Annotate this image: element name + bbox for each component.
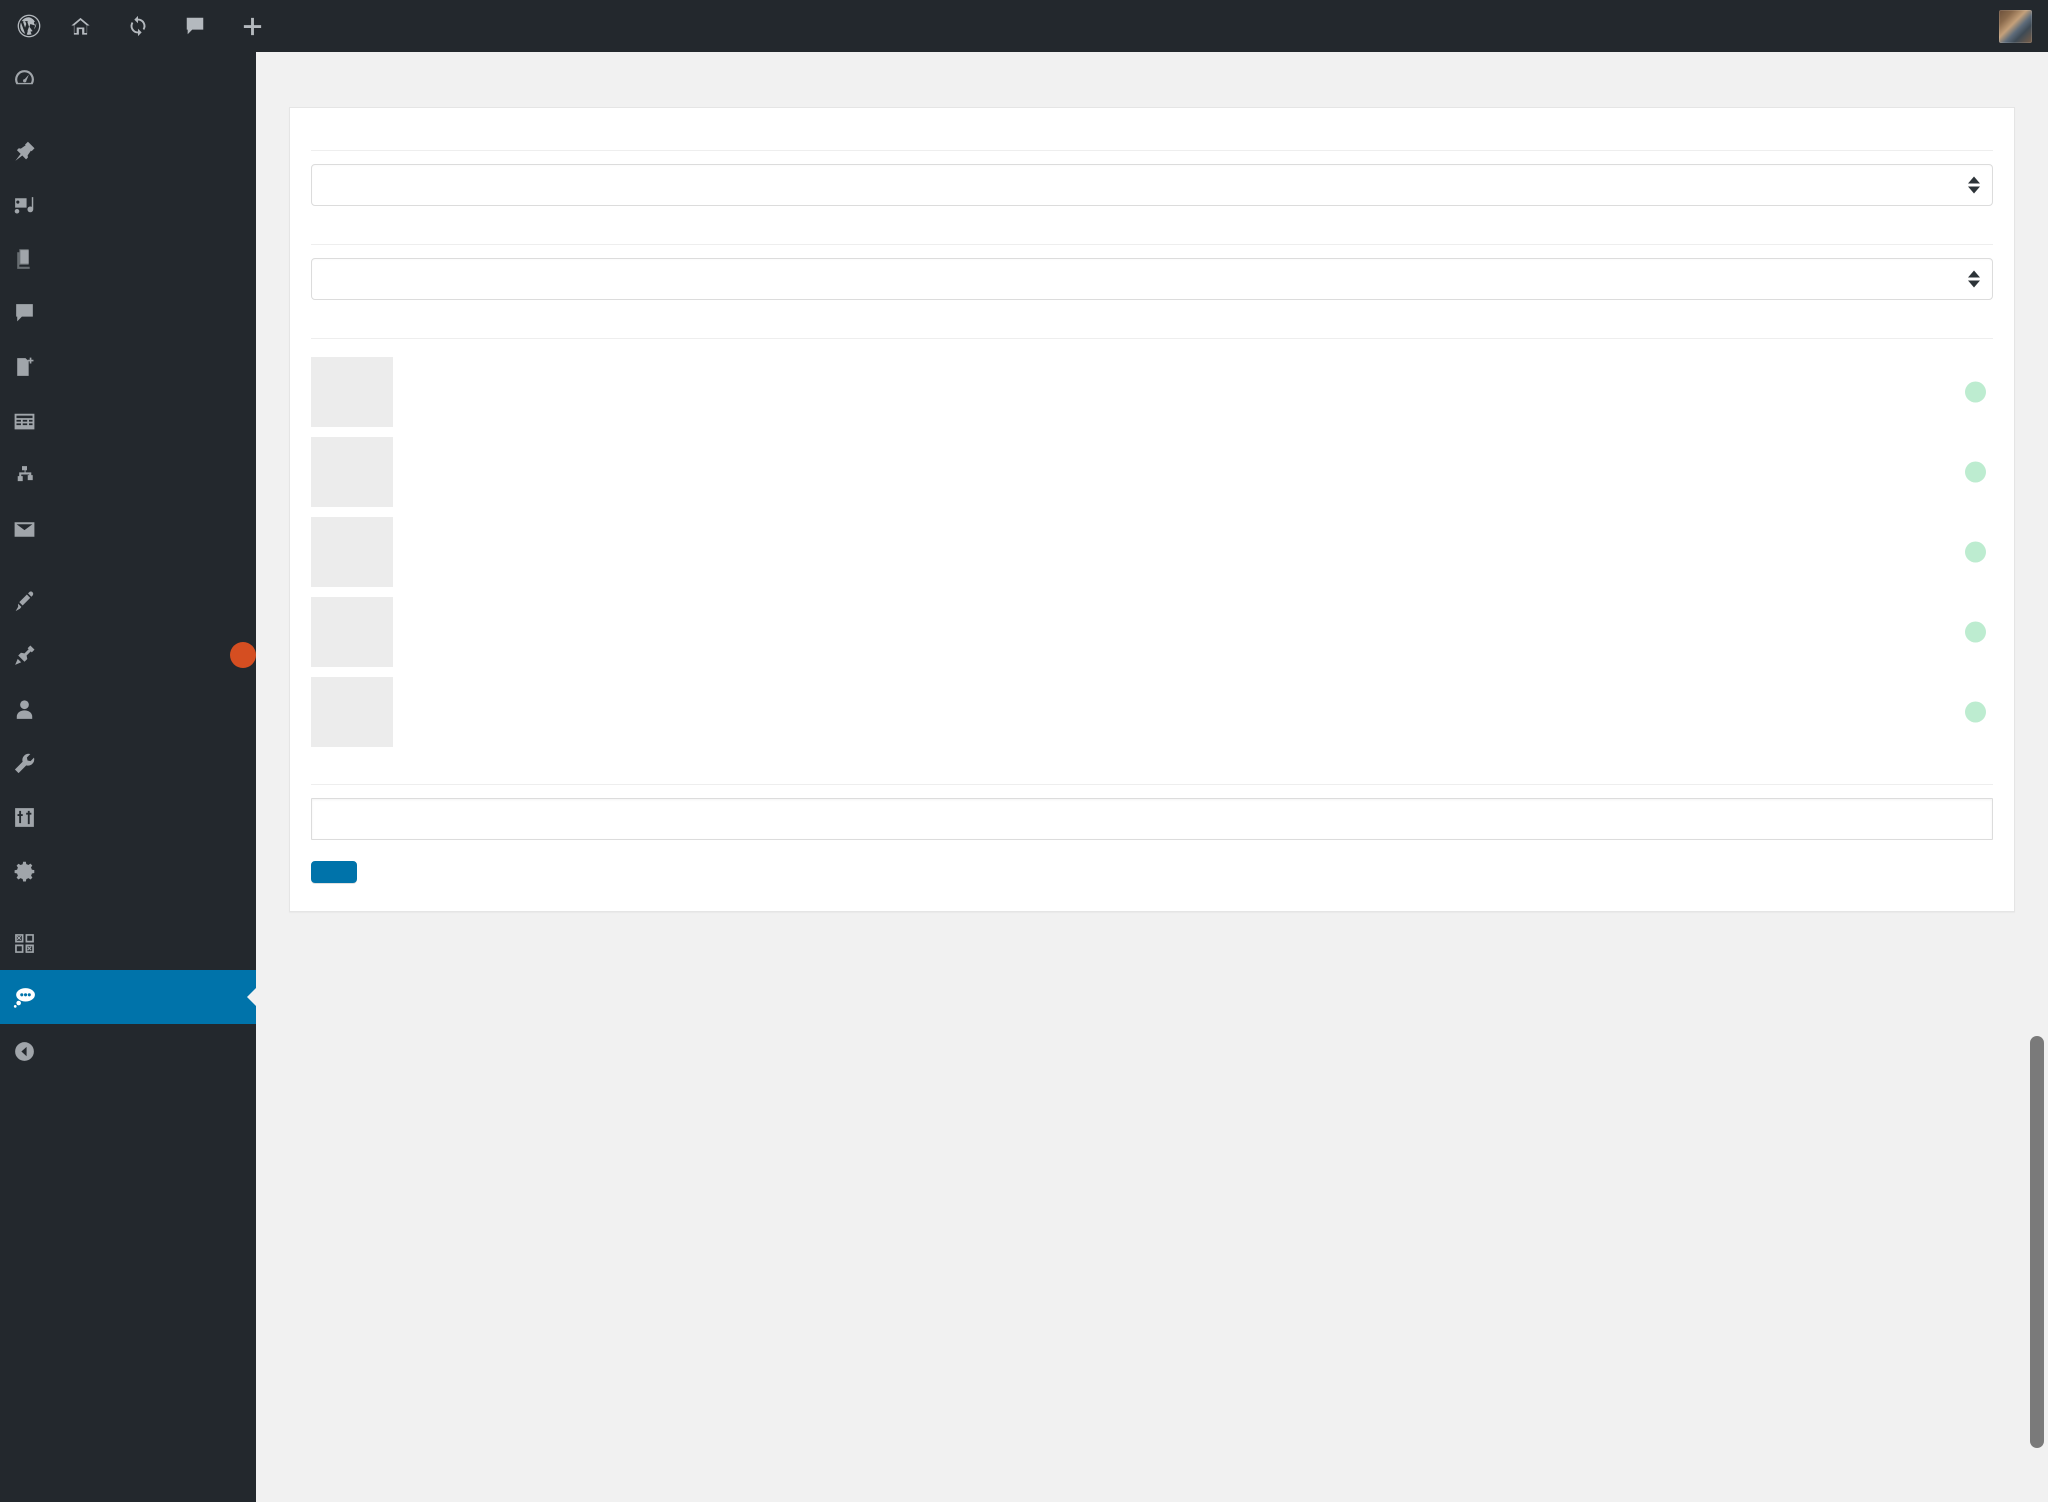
promotions-icon bbox=[12, 355, 54, 380]
comments-button[interactable] bbox=[171, 0, 228, 52]
sidebar-item-posts[interactable] bbox=[0, 124, 256, 178]
user-icon bbox=[12, 697, 54, 722]
new-content-button[interactable] bbox=[228, 0, 286, 52]
post-thumbnail bbox=[311, 517, 393, 587]
sidebar-item-cpt-ui[interactable] bbox=[0, 916, 256, 970]
sidebar-item-custom-fields[interactable] bbox=[0, 844, 256, 898]
page-title bbox=[256, 52, 2048, 107]
post-status-indicator[interactable] bbox=[1965, 461, 1986, 483]
post-status-indicator[interactable] bbox=[1965, 541, 1986, 563]
sidebar-item-user-plans[interactable] bbox=[0, 448, 256, 502]
post-thumbnail bbox=[311, 597, 393, 667]
post-thumbnail bbox=[311, 357, 393, 427]
post-thumbnail bbox=[311, 437, 393, 507]
sidebar-item-comments[interactable] bbox=[0, 286, 256, 340]
divider bbox=[311, 150, 1993, 151]
post-status-indicator[interactable] bbox=[1965, 701, 1986, 723]
sidebar-item-promotions[interactable] bbox=[0, 340, 256, 394]
post-status-indicator[interactable] bbox=[1965, 381, 1986, 403]
sidebar-item-pages[interactable] bbox=[0, 232, 256, 286]
plugins-update-badge bbox=[230, 642, 256, 668]
menu-separator bbox=[0, 898, 256, 916]
plus-icon bbox=[241, 15, 264, 38]
comment-bubble-icon bbox=[12, 301, 54, 326]
sidebar-item-dashboard[interactable] bbox=[0, 52, 256, 106]
account-menu[interactable] bbox=[1989, 9, 2048, 43]
chevron-updown-icon bbox=[1968, 270, 1980, 288]
wrench-icon bbox=[12, 751, 54, 776]
post-list-item[interactable] bbox=[311, 432, 1993, 512]
pick-receiving-role-label bbox=[311, 130, 1993, 150]
collapse-menu-button[interactable] bbox=[0, 1024, 256, 1078]
sidebar-item-promotion-plans[interactable] bbox=[0, 394, 256, 448]
promotator-bubble-icon bbox=[12, 985, 54, 1010]
dashboard-icon bbox=[12, 67, 54, 92]
subject-input[interactable] bbox=[311, 798, 1993, 840]
comment-bubble-icon bbox=[184, 15, 206, 37]
template-select[interactable] bbox=[311, 258, 1993, 300]
admin-sidebar bbox=[0, 52, 257, 1502]
sidebar-item-plugins[interactable] bbox=[0, 628, 256, 682]
gear-icon bbox=[12, 859, 54, 884]
post-thumbnail bbox=[311, 677, 393, 747]
collapse-arrow-icon bbox=[12, 1039, 54, 1064]
promotator-form-card bbox=[289, 107, 2015, 912]
main-content bbox=[256, 52, 2048, 1502]
sidebar-item-promotator[interactable] bbox=[0, 970, 257, 1024]
chevron-updown-icon bbox=[1968, 176, 1980, 194]
pin-icon bbox=[12, 139, 54, 164]
sidebar-item-tools[interactable] bbox=[0, 736, 256, 790]
divider bbox=[311, 244, 1993, 245]
media-icon bbox=[12, 193, 54, 218]
user-plans-icon bbox=[12, 463, 54, 488]
post-list-item[interactable] bbox=[311, 352, 1993, 432]
role-select[interactable] bbox=[311, 164, 1993, 206]
divider bbox=[311, 784, 1993, 785]
post-list-item[interactable] bbox=[311, 512, 1993, 592]
home-icon bbox=[69, 15, 92, 38]
updates-icon bbox=[127, 15, 149, 37]
sidebar-item-media[interactable] bbox=[0, 178, 256, 232]
post-list-item[interactable] bbox=[311, 672, 1993, 752]
sidebar-item-users[interactable] bbox=[0, 682, 256, 736]
wordpress-logo-icon bbox=[16, 13, 42, 39]
admin-bar bbox=[0, 0, 2048, 52]
post-list-item[interactable] bbox=[311, 592, 1993, 672]
plug-icon bbox=[12, 643, 54, 668]
avatar bbox=[1999, 9, 2032, 43]
pick-the-subject-label bbox=[311, 764, 1993, 784]
sidebar-item-appearance[interactable] bbox=[0, 574, 256, 628]
wordpress-logo-button[interactable] bbox=[0, 0, 56, 52]
settings-sliders-icon bbox=[12, 805, 54, 830]
menu-separator bbox=[0, 556, 256, 574]
page-scrollbar-thumb[interactable] bbox=[2030, 1036, 2044, 1448]
envelope-icon bbox=[12, 517, 54, 542]
pick-posts-label bbox=[311, 318, 1993, 338]
admin-footer bbox=[289, 1004, 2015, 1018]
pick-email-template-label bbox=[311, 224, 1993, 244]
pages-icon bbox=[12, 247, 54, 272]
sidebar-item-contact[interactable] bbox=[0, 502, 256, 556]
sidebar-item-settings[interactable] bbox=[0, 790, 256, 844]
divider bbox=[311, 338, 1993, 339]
menu-separator bbox=[0, 106, 256, 124]
updates-button[interactable] bbox=[114, 0, 171, 52]
post-status-indicator[interactable] bbox=[1965, 621, 1986, 643]
cpt-ui-icon bbox=[12, 931, 54, 956]
promotion-plans-icon bbox=[12, 409, 54, 434]
send-the-mailing-button[interactable] bbox=[311, 861, 357, 883]
paintbrush-icon bbox=[12, 589, 54, 614]
site-name-button[interactable] bbox=[56, 0, 114, 52]
